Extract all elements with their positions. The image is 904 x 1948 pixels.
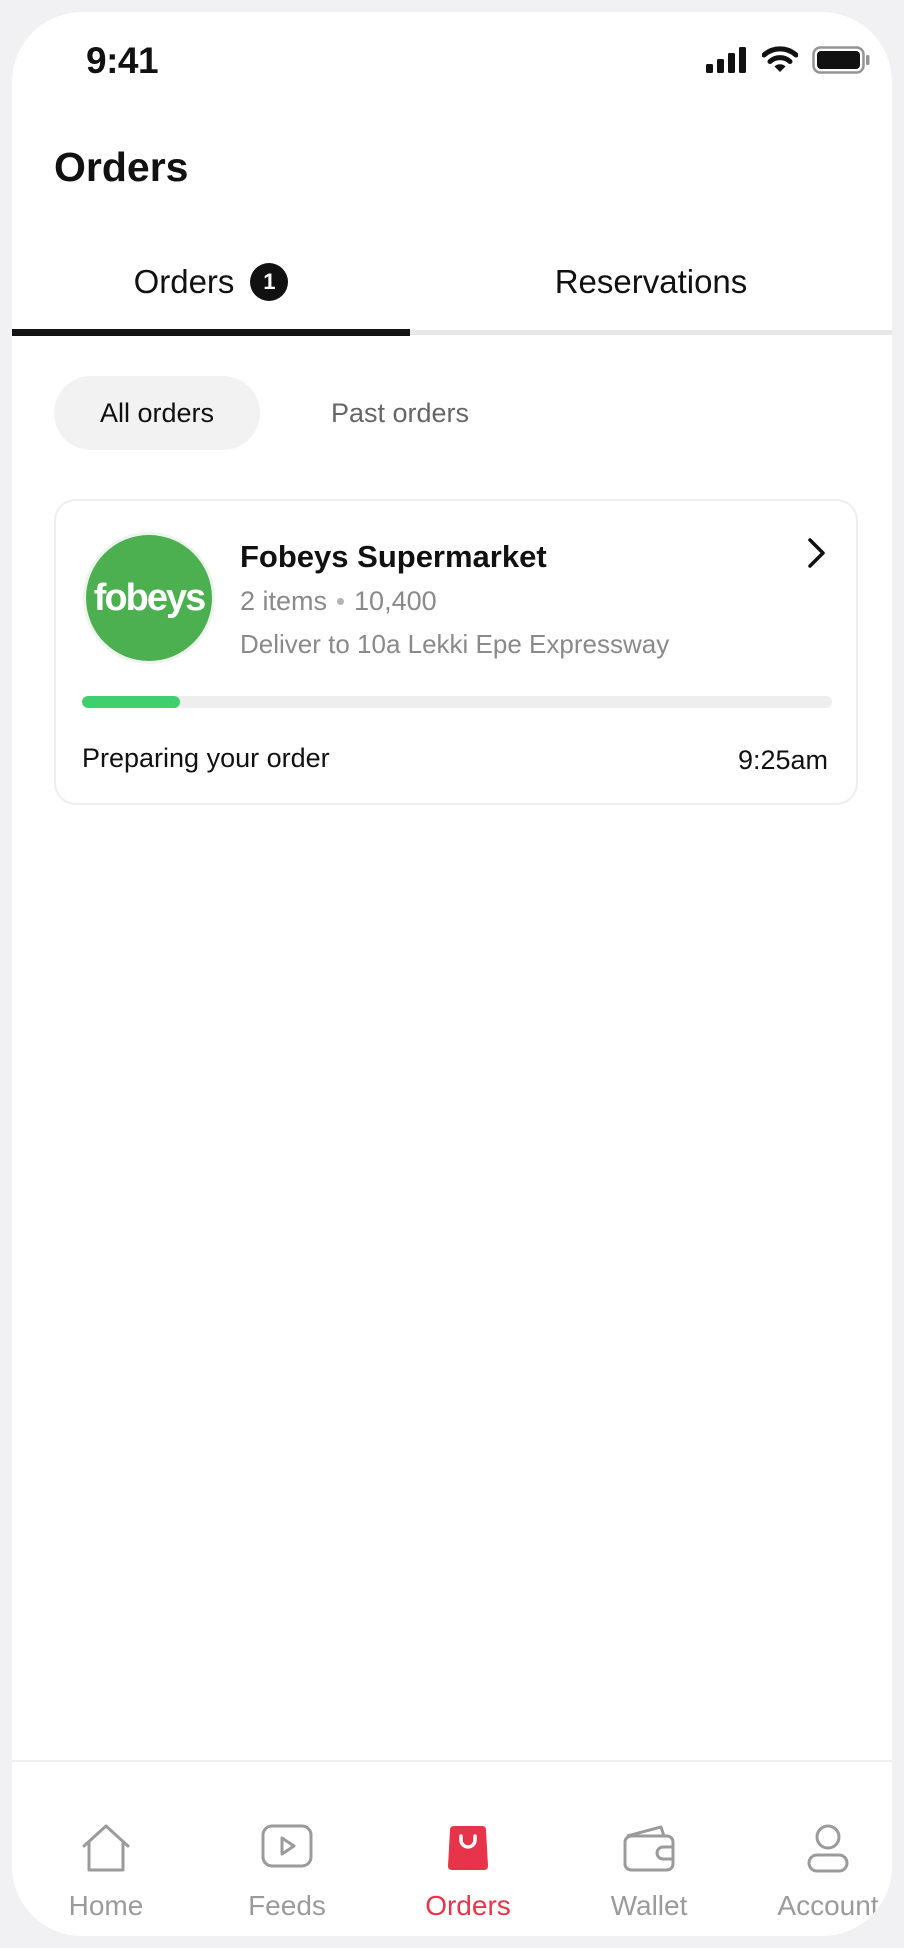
tab-reservations-label: Reservations xyxy=(554,263,748,300)
nav-wallet[interactable]: Wallet xyxy=(561,1762,737,1936)
signal-icon xyxy=(706,47,748,73)
filter-past-orders[interactable]: Past orders xyxy=(304,376,496,450)
nav-account[interactable]: Account xyxy=(740,1762,892,1936)
user-icon xyxy=(803,1822,853,1879)
shopping-bag-icon xyxy=(446,1822,490,1877)
tab-active-indicator xyxy=(12,329,410,336)
tab-bar: Orders 1 Reservations xyxy=(12,234,892,336)
wifi-icon xyxy=(762,46,798,74)
order-card[interactable]: fobeys Fobeys Supermarket 2 items 10,400… xyxy=(54,499,858,805)
tab-orders[interactable]: Orders 1 xyxy=(12,234,410,330)
status-icons xyxy=(706,46,870,74)
home-icon xyxy=(78,1822,134,1879)
nav-home-label: Home xyxy=(68,1890,144,1921)
nav-orders-label: Orders xyxy=(425,1890,511,1921)
order-status: Preparing your order xyxy=(82,743,330,773)
order-progress-fill xyxy=(82,696,180,708)
order-price: 10,400 xyxy=(354,586,437,616)
separator-dot xyxy=(337,598,345,605)
nav-account-label: Account xyxy=(777,1890,879,1921)
play-icon xyxy=(259,1822,315,1877)
tab-orders-badge: 1 xyxy=(250,263,289,301)
order-meta: 2 items 10,400 xyxy=(240,586,437,617)
store-logo: fobeys xyxy=(86,535,212,661)
nav-feeds-label: Feeds xyxy=(248,1890,326,1921)
tab-orders-label: Orders xyxy=(133,263,235,300)
order-time: 9:25am xyxy=(737,745,828,775)
status-time: 9:41 xyxy=(86,40,159,81)
filter-all-orders[interactable]: All orders xyxy=(54,376,260,450)
order-item-count: 2 items xyxy=(240,586,328,616)
tab-reservations[interactable]: Reservations xyxy=(410,234,892,330)
nav-orders[interactable]: Orders xyxy=(380,1762,556,1936)
store-name: Fobeys Supermarket xyxy=(240,539,547,574)
chevron-right-icon[interactable] xyxy=(806,537,828,574)
delivery-address: Deliver to 10a Lekki Epe Expressway xyxy=(240,629,670,659)
battery-icon xyxy=(812,46,870,74)
nav-wallet-label: Wallet xyxy=(610,1890,688,1921)
page-title: Orders xyxy=(54,144,189,190)
nav-feeds[interactable]: Feeds xyxy=(199,1762,375,1936)
phone-screen: 9:41 Orders Orders 1 Reservations All or… xyxy=(12,12,892,1936)
order-progress-bar xyxy=(82,696,832,708)
nav-home[interactable]: Home xyxy=(18,1762,194,1936)
bottom-nav: Home Feeds Orders Wallet Account xyxy=(12,1760,892,1936)
wallet-icon xyxy=(621,1822,677,1879)
